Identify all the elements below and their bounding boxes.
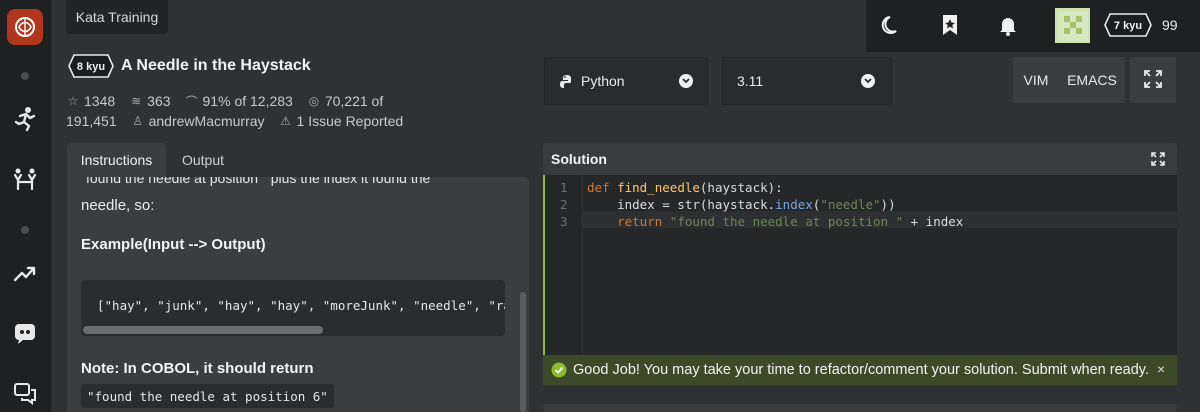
collections-icon[interactable]: ≋: [129, 94, 143, 108]
kata-stats-row-2: 191,451 ♙ andrewMacmurray ⚠ 1 Issue Report…: [66, 113, 403, 129]
expand-icon[interactable]: [1151, 152, 1165, 171]
completed-icon: ◎: [308, 94, 320, 108]
chevron-down-icon: [861, 74, 875, 88]
satisfaction-icon: ⌒: [185, 94, 198, 109]
python-icon: [559, 74, 575, 93]
honor-score: 99: [1162, 17, 1178, 33]
line-number: 3: [560, 214, 568, 229]
example-heading: Example(Input --> Output): [81, 236, 266, 253]
satisfaction-of: of 12,283: [234, 93, 293, 109]
solution-title: Solution: [551, 151, 607, 167]
completed-count: 70,221 of: [324, 93, 384, 109]
kata-title: A Needle in the Haystack: [121, 57, 311, 74]
warning-icon: ⚠: [280, 114, 291, 128]
stars-count: 1348: [84, 93, 116, 109]
chevron-down-icon: [679, 74, 693, 88]
instructions-text: needle, so:: [81, 197, 155, 214]
author-link[interactable]: andrewMacmurray: [149, 113, 265, 129]
issues-link[interactable]: 1 Issue Reported: [297, 113, 404, 129]
instructions-scrollbar[interactable]: [520, 292, 526, 412]
example-code-block: ["hay", "junk", "hay", "hay", "moreJunk"…: [81, 280, 505, 336]
avatar[interactable]: [1055, 8, 1090, 43]
left-rail: [0, 0, 52, 412]
svg-text:7 kyu: 7 kyu: [1114, 20, 1142, 32]
expand-icon: [1144, 69, 1162, 91]
kata-stats-row-1: ☆ 1348 ≋ 363 ⌒ 91% of 12,283 ◎ 70,221 of: [66, 93, 384, 109]
svg-text:8 kyu: 8 kyu: [77, 61, 105, 73]
language-value: Python: [581, 73, 625, 89]
moon-icon[interactable]: [879, 12, 905, 38]
leaderboard-trend-icon[interactable]: [10, 258, 40, 288]
tab-instructions[interactable]: Instructions: [67, 143, 166, 177]
chat-icon[interactable]: [10, 378, 40, 408]
instructions-panel: "found the needle at position " plus the…: [67, 177, 529, 412]
success-toast: Good Job! You may take your time to refa…: [543, 355, 1177, 385]
total-attempts: 191,451: [66, 113, 117, 129]
solution-header: Solution: [543, 143, 1177, 175]
collections-count: 363: [147, 93, 171, 109]
training-icon[interactable]: [10, 104, 40, 134]
editor-gutter: [582, 175, 583, 385]
line-number: 1: [560, 180, 568, 195]
note-code: "found the needle at position 6": [81, 384, 334, 408]
bell-icon[interactable]: [995, 12, 1021, 38]
rail-divider-dot: [21, 226, 29, 234]
version-select[interactable]: 3.11: [722, 57, 892, 105]
star-icon[interactable]: ☆: [66, 94, 80, 108]
practice-icon[interactable]: [10, 164, 40, 194]
code-line[interactable]: index = str(haystack.index("needle")): [587, 197, 896, 212]
rail-divider-dot: [21, 72, 29, 80]
emacs-mode-button[interactable]: EMACS: [1059, 57, 1125, 103]
tab-output[interactable]: Output: [168, 143, 238, 177]
panel-edge: [543, 404, 1177, 412]
line-number: 2: [560, 197, 568, 212]
check-circle-icon: [551, 362, 567, 383]
note-heading: Note: In COBOL, it should return: [81, 360, 314, 377]
language-select[interactable]: Python: [544, 57, 708, 105]
codewars-logo-icon[interactable]: [7, 9, 43, 45]
author-icon: ♙: [132, 114, 143, 128]
code-editor[interactable]: 1 2 3 def find_needle(haystack): index =…: [543, 175, 1179, 385]
kata-training-label[interactable]: Kata Training: [66, 0, 168, 34]
bookmark-star-icon[interactable]: [937, 12, 963, 38]
vim-mode-button[interactable]: VIM: [1013, 57, 1059, 103]
code-line[interactable]: def find_needle(haystack):: [587, 180, 783, 195]
close-icon[interactable]: ×: [1157, 361, 1165, 377]
instructions-text-cut: "found the needle at position " plus the…: [81, 177, 431, 186]
example-code: ["hay", "junk", "hay", "hay", "moreJunk"…: [97, 298, 505, 313]
user-rank-badge[interactable]: 7 kyu: [1104, 13, 1152, 37]
version-value: 3.11: [737, 73, 764, 89]
toast-message: Good Job! You may take your time to refa…: [573, 362, 1149, 378]
discord-icon[interactable]: [10, 318, 40, 348]
kyu-rank-badge: 8 kyu: [68, 54, 114, 78]
fullscreen-button[interactable]: [1130, 57, 1176, 103]
satisfaction-value: 91%: [202, 93, 231, 109]
code-block-scrollbar[interactable]: [83, 326, 323, 334]
code-line[interactable]: return "found the needle at position " +…: [587, 214, 963, 229]
